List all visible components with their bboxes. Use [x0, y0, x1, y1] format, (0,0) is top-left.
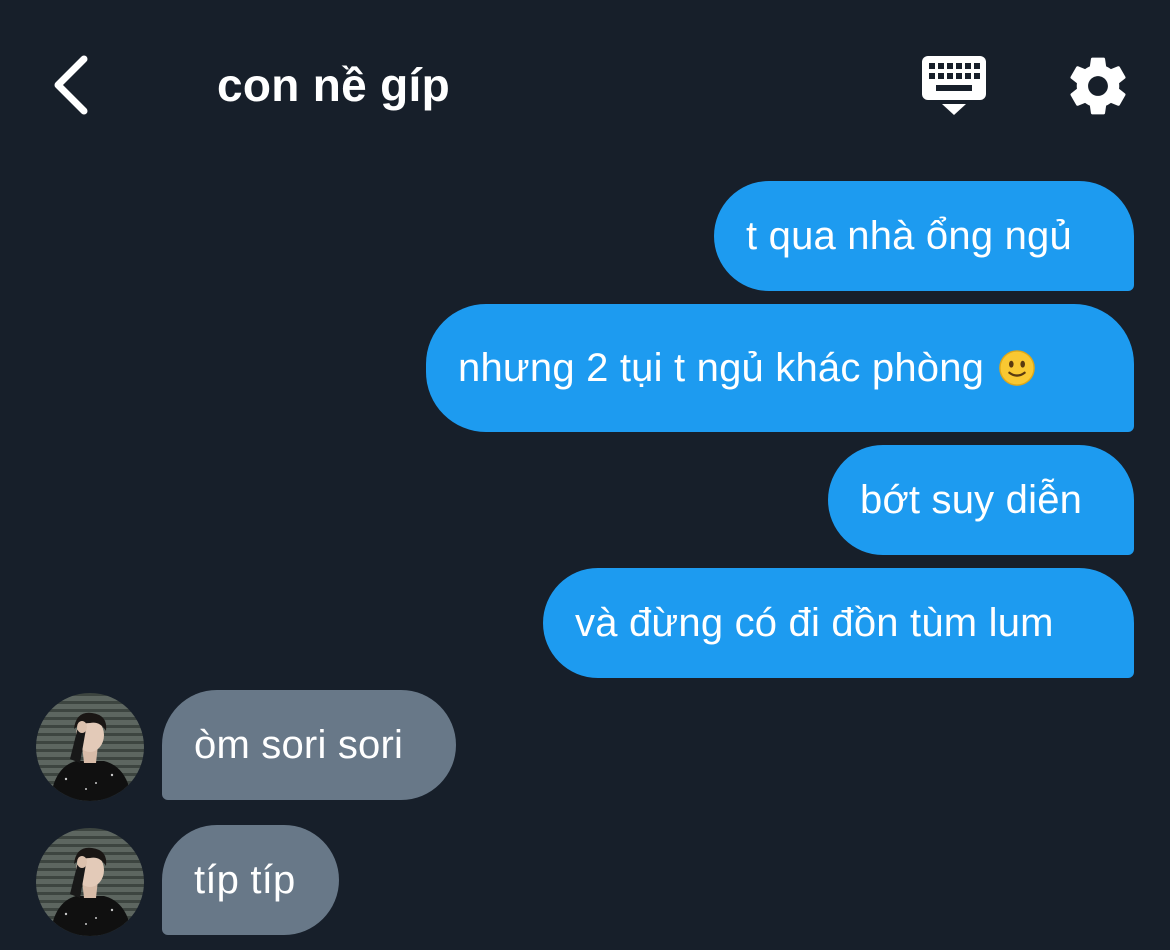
- keyboard-toggle-button[interactable]: [918, 52, 990, 118]
- message-text: nhưng 2 tụi t ngủ khác phòng: [458, 345, 985, 390]
- contact-avatar[interactable]: [36, 828, 144, 936]
- back-button[interactable]: [40, 50, 100, 120]
- message-text: t qua nhà ổng ngủ: [746, 213, 1072, 258]
- settings-button[interactable]: [1064, 52, 1132, 120]
- gear-icon: [1070, 57, 1126, 115]
- incoming-message[interactable]: òm sori sori: [162, 690, 456, 800]
- chat-header: con nề gíp: [0, 0, 1170, 170]
- conversation-title[interactable]: con nề gíp: [217, 58, 450, 112]
- keyboard-hide-icon: [922, 56, 986, 115]
- message-text: típ típ: [194, 857, 296, 902]
- message-text: bớt suy diễn: [860, 477, 1083, 522]
- slightly-smiling-face-icon: [999, 350, 1035, 386]
- contact-avatar[interactable]: [36, 693, 144, 801]
- incoming-message[interactable]: típ típ: [162, 825, 339, 935]
- outgoing-message[interactable]: bớt suy diễn: [828, 445, 1134, 555]
- message-text: òm sori sori: [194, 722, 404, 767]
- outgoing-message[interactable]: nhưng 2 tụi t ngủ khác phòng: [426, 304, 1134, 432]
- chevron-left-icon: [54, 55, 88, 115]
- outgoing-message[interactable]: t qua nhà ổng ngủ: [714, 181, 1134, 291]
- message-text: và đừng có đi đồn tùm lum: [575, 600, 1054, 645]
- outgoing-message[interactable]: và đừng có đi đồn tùm lum: [543, 568, 1134, 678]
